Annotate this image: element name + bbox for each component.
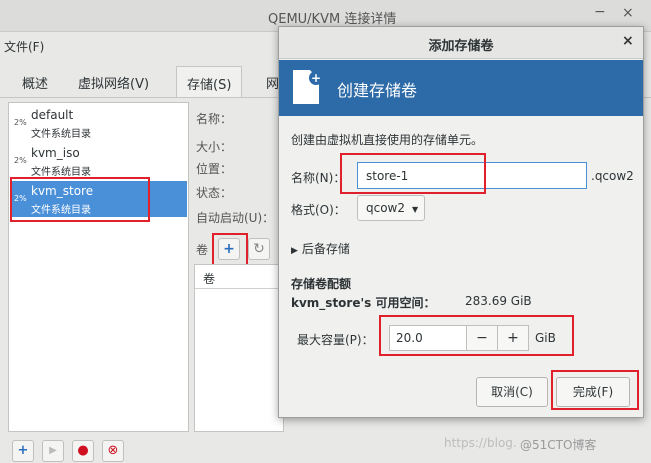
- available-space-value: 283.69 GiB: [465, 294, 532, 308]
- dialog-titlebar: 添加存储卷 ×: [279, 27, 643, 59]
- delete-pool-button[interactable]: ⊗: [102, 440, 124, 462]
- pool-type: 文件系统目录: [31, 129, 91, 140]
- available-space-label: kvm_store's 可用空间：: [291, 296, 436, 310]
- watermark-brand: @51CTO博客: [520, 438, 597, 452]
- dialog-close-icon[interactable]: ×: [622, 33, 634, 49]
- pool-name: default: [31, 108, 74, 122]
- minimize-icon[interactable]: −: [594, 4, 606, 20]
- menu-file[interactable]: 文件(F): [4, 38, 44, 55]
- dialog-title: 添加存储卷: [428, 39, 494, 54]
- expander-arrow-icon: ▶: [291, 246, 298, 256]
- pool-item-default[interactable]: 2% default 文件系统目录: [11, 105, 187, 141]
- tab-virtual-networks[interactable]: 虚拟网络(V): [68, 66, 159, 97]
- start-pool-button[interactable]: ▶: [42, 440, 64, 462]
- pool-type: 文件系统目录: [31, 167, 91, 178]
- volumes-label: 卷: [196, 243, 209, 257]
- detail-name-label: 名称：: [196, 112, 233, 126]
- pool-usage-percent: 2%: [14, 156, 27, 165]
- format-select[interactable]: qcow2 ▼: [357, 195, 425, 221]
- volume-table: 卷: [194, 264, 284, 432]
- cancel-button[interactable]: 取消(C): [476, 377, 548, 407]
- annotation-highlight-finish: [551, 370, 639, 410]
- banner-title: 创建存储卷: [337, 81, 418, 100]
- annotation-highlight-capacity: [379, 315, 574, 356]
- format-label: 格式(O)：: [291, 203, 346, 217]
- dialog-banner: + 创建存储卷: [279, 60, 643, 116]
- quota-heading: 存储卷配额: [291, 277, 352, 291]
- pool-item-kvm-iso[interactable]: 2% kvm_iso 文件系统目录: [11, 143, 187, 179]
- capacity-label: 最大容量(P)：: [297, 333, 374, 347]
- refresh-volumes-button[interactable]: ↻: [248, 238, 270, 260]
- dialog-description: 创建由虚拟机直接使用的存储单元。: [291, 133, 484, 147]
- pool-name: kvm_iso: [31, 146, 80, 160]
- detail-autostart-label: 自动启动(U)：: [196, 211, 275, 225]
- plus-badge-icon: +: [309, 71, 323, 85]
- pool-usage-percent: 2%: [14, 118, 27, 127]
- tab-overview[interactable]: 概述: [12, 66, 58, 97]
- annotation-highlight-pool: [10, 177, 150, 222]
- stop-pool-button[interactable]: ●: [72, 440, 94, 462]
- name-suffix: .qcow2: [591, 169, 634, 183]
- volume-column-header[interactable]: 卷: [195, 265, 283, 289]
- annotation-highlight-name: [340, 153, 486, 194]
- annotation-highlight-add-volume: [212, 233, 248, 267]
- detail-size-label: 大小：: [196, 140, 233, 154]
- backing-store-label: 后备存储: [301, 242, 350, 256]
- backing-store-expander[interactable]: ▶ 后备存储: [291, 240, 350, 257]
- detail-location-label: 位置：: [196, 162, 233, 176]
- detail-state-label: 状态：: [196, 186, 233, 200]
- add-storage-volume-dialog: 添加存储卷 × + 创建存储卷 创建由虚拟机直接使用的存储单元。 名称(N)： …: [278, 26, 644, 418]
- chevron-down-icon: ▼: [412, 205, 419, 214]
- window-title: QEMU/KVM 连接详情: [268, 12, 397, 27]
- watermark-url: https://blog.: [444, 436, 517, 450]
- window-close-icon[interactable]: ×: [622, 5, 634, 21]
- add-pool-button[interactable]: +: [12, 440, 34, 462]
- format-value: qcow2: [366, 201, 406, 215]
- storage-pool-list: 2% default 文件系统目录 2% kvm_iso 文件系统目录 2% k…: [8, 102, 189, 432]
- name-label: 名称(N)：: [291, 171, 346, 185]
- tab-storage[interactable]: 存储(S): [176, 66, 243, 97]
